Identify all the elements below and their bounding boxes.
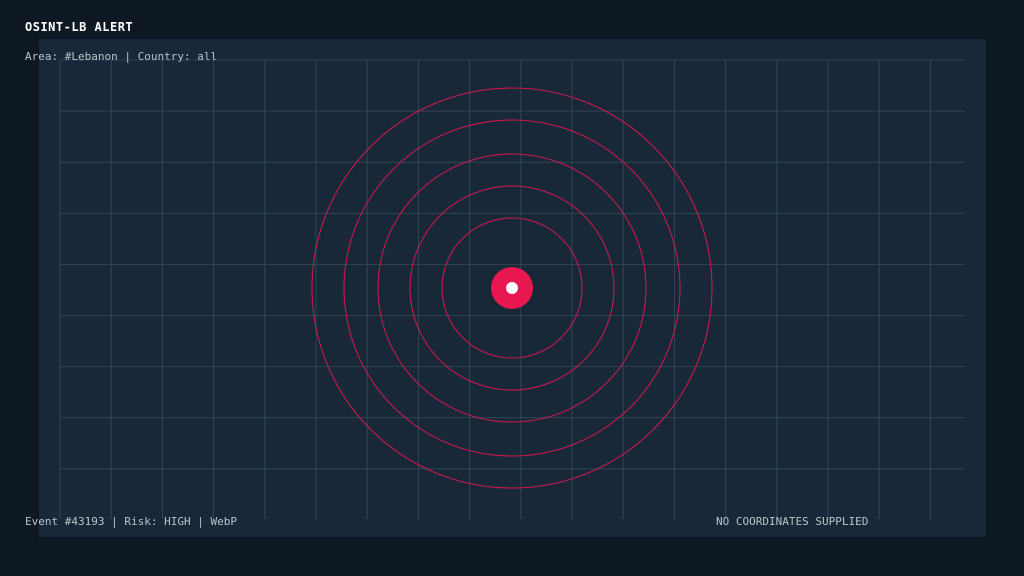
radar-map bbox=[59, 59, 965, 519]
separator: | bbox=[111, 515, 118, 528]
country-label: Country: all bbox=[137, 50, 218, 63]
event-id: Event #43193 bbox=[25, 515, 105, 528]
risk-level: Risk: HIGH bbox=[124, 515, 191, 528]
coordinates-status: NO COORDINATES SUPPLIED bbox=[716, 515, 869, 528]
area-label: Area: #Lebanon bbox=[25, 50, 118, 63]
alert-screen: OSINT-LB ALERT Area: #Lebanon | Country:… bbox=[0, 0, 1024, 576]
alert-marker-center bbox=[506, 282, 518, 294]
event-info: Event #43193 | Risk: HIGH | WebP bbox=[25, 515, 237, 528]
alert-title: OSINT-LB ALERT bbox=[25, 20, 134, 34]
area-info: Area: #Lebanon | Country: all bbox=[25, 50, 217, 63]
separator: | bbox=[197, 515, 204, 528]
image-format: WebP bbox=[210, 515, 237, 528]
separator: | bbox=[124, 50, 131, 63]
